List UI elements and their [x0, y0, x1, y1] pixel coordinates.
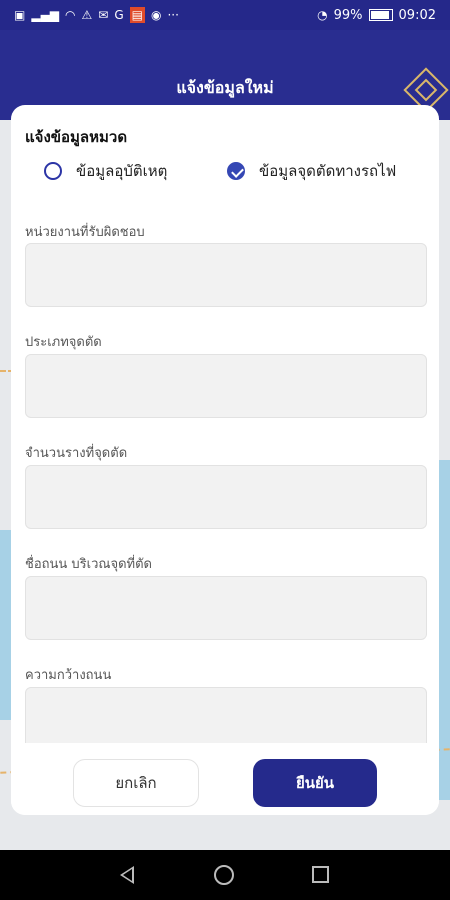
form-footer: ยกเลิก ยืนยัน [11, 743, 439, 815]
road-name-field[interactable] [25, 576, 427, 640]
back-icon[interactable] [120, 866, 134, 884]
confirm-button[interactable]: ยืนยัน [253, 759, 377, 807]
form-card: แจ้งข้อมูลหมวด ข้อมูลอุบัติเหตุ ข้อมูลจุ… [11, 105, 439, 815]
radio-unchecked-icon[interactable] [44, 162, 62, 180]
more-icon: ··· [167, 8, 179, 22]
crossing-type-field[interactable] [25, 354, 427, 418]
page-title: แจ้งข้อมูลใหม่ [176, 78, 274, 97]
home-icon[interactable] [214, 865, 234, 885]
road-width-field[interactable] [25, 687, 427, 751]
category-title: แจ้งข้อมูลหมวด [25, 128, 128, 146]
cancel-button[interactable]: ยกเลิก [73, 759, 199, 807]
battery-percent: 99% [333, 7, 363, 23]
app-icon: ▣ [14, 8, 26, 22]
radio-checked-icon[interactable] [227, 162, 245, 180]
signal-icon: ▂▄▆ [31, 8, 60, 22]
option-railway-crossing[interactable]: ข้อมูลจุดตัดทางรถไฟ [227, 159, 396, 183]
track-count-field[interactable] [25, 465, 427, 529]
g-icon: G [114, 8, 124, 22]
option-accident-label: ข้อมูลอุบัติเหตุ [76, 162, 168, 180]
battery-icon [368, 9, 393, 21]
app-icon-red: ▤ [129, 7, 145, 23]
system-nav-bar [0, 850, 450, 900]
field-label-agency: หน่วยงานที่รับผิดชอบ [25, 225, 145, 240]
warning-icon: ⚠ [81, 8, 93, 22]
field-label-road-width: ความกว้างถนน [25, 668, 112, 683]
clock: 09:02 [398, 7, 436, 23]
speed-icon: ◔ [317, 8, 328, 22]
wifi-icon: ◠ [65, 8, 76, 22]
field-label-track-count: จำนวนรางที่จุดตัด [25, 446, 128, 461]
status-bar: ▣ ▂▄▆ ◠ ⚠ ✉ G ▤ ◉ ··· ◔ 99% 09:02 [0, 0, 450, 30]
field-label-road-name: ชื่อถนน บริเวณจุดที่ตัด [25, 557, 152, 572]
agency-field[interactable] [25, 243, 427, 307]
option-accident[interactable]: ข้อมูลอุบัติเหตุ [44, 159, 167, 183]
field-label-crossing-type: ประเภทจุดตัด [25, 335, 102, 350]
chat-icon: ◉ [151, 8, 162, 22]
option-railway-label: ข้อมูลจุดตัดทางรถไฟ [259, 162, 397, 180]
mail-icon: ✉ [98, 8, 109, 22]
recent-apps-icon[interactable] [312, 866, 329, 883]
